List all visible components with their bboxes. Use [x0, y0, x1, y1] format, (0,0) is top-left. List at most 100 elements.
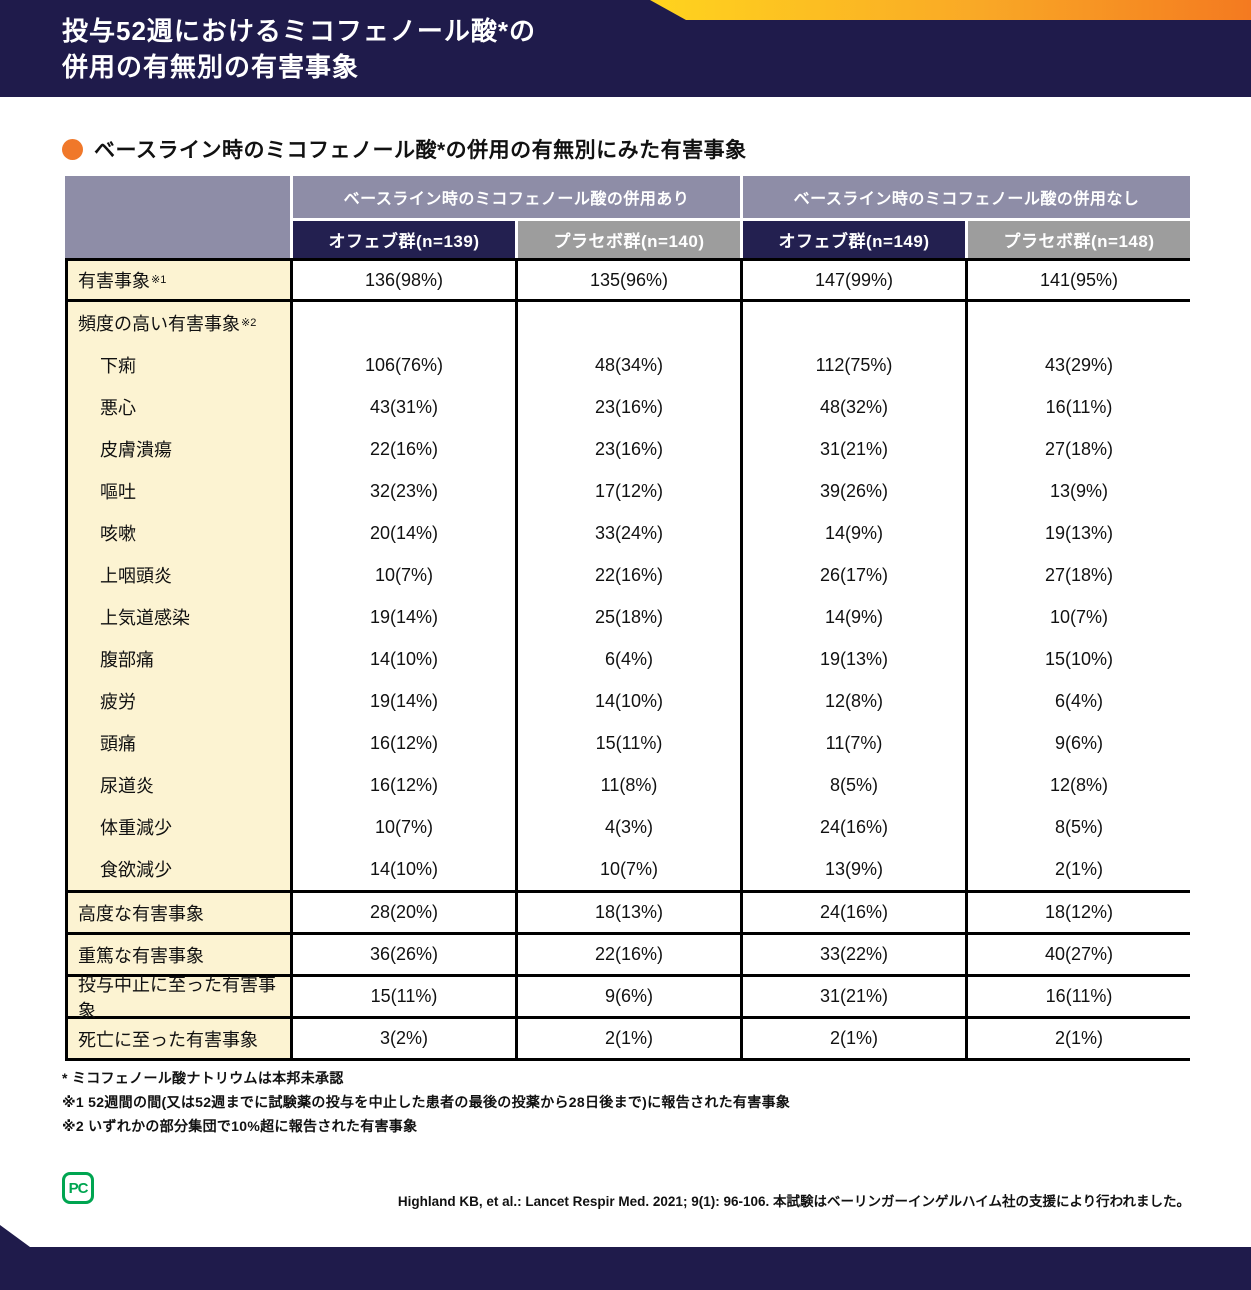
footnotes: * ミコフェノール酸ナトリウムは本邦未承認 ※1 52週間の間(又は52週までに…: [62, 1066, 790, 1138]
cell-value: 13(9%): [968, 470, 1190, 512]
cell-value: 10(7%): [293, 806, 515, 848]
cell-value: 15(11%): [518, 722, 740, 764]
cell-value: 136(98%): [290, 261, 515, 299]
cell-value: 18(13%): [515, 893, 740, 932]
cell-value: 15(11%): [290, 977, 515, 1016]
top-banner: 投与52週におけるミコフェノール酸*の 併用の有無別の有害事象: [0, 0, 1251, 97]
cell-value: 19(14%): [293, 680, 515, 722]
col-header-ofev-139: オフェブ群(n=139): [293, 221, 515, 258]
cell-value: 22(16%): [515, 935, 740, 974]
cell-value: 33(24%): [518, 512, 740, 554]
cell-value: 147(99%): [740, 261, 965, 299]
gradient-ribbon: [650, 0, 1251, 20]
cell-value: 48(32%): [743, 386, 965, 428]
cell-value: 14(10%): [293, 638, 515, 680]
bottom-banner: [0, 1225, 1251, 1290]
cell-value: 16(12%): [293, 764, 515, 806]
col-header-ofev-149: オフェブ群(n=149): [743, 221, 965, 258]
row-label: 皮膚潰瘍: [68, 428, 290, 470]
cell-value: 23(16%): [518, 428, 740, 470]
row-label: 投与中止に至った有害事象: [65, 977, 290, 1016]
citation-text: Highland KB, et al.: Lancet Respir Med. …: [0, 1190, 1190, 1210]
row-label: 悪心: [68, 386, 290, 428]
cell-value: 15(10%): [968, 638, 1190, 680]
row-label: 重篤な有害事象: [65, 935, 290, 974]
cell-value: 9(6%): [515, 977, 740, 1016]
cell-value: 141(95%): [965, 261, 1190, 299]
cell-value: 16(11%): [968, 386, 1190, 428]
cell-value: 2(1%): [740, 1019, 965, 1058]
row-label: 頭痛: [68, 722, 290, 764]
group-header-with-mpa: ベースライン時のミコフェノール酸の併用あり: [293, 176, 740, 218]
cell-value: 32(23%): [293, 470, 515, 512]
cell-value: 16(12%): [293, 722, 515, 764]
cell-value: 19(13%): [968, 512, 1190, 554]
cell-value: 22(16%): [518, 554, 740, 596]
cell-value: 31(21%): [740, 977, 965, 1016]
row-label: 疲労: [68, 680, 290, 722]
table-body: 有害事象※1 136(98%) 135(96%) 147(99%) 141(95…: [65, 258, 1190, 1061]
row-label: 腹部痛: [68, 638, 290, 680]
cell-value: 12(8%): [743, 680, 965, 722]
cell-value: 3(2%): [290, 1019, 515, 1058]
table-row-discontinuation-events: 投与中止に至った有害事象 15(11%) 9(6%) 31(21%) 16(11…: [65, 974, 1190, 1016]
cell-value: 8(5%): [968, 806, 1190, 848]
row-label: 死亡に至った有害事象: [65, 1019, 290, 1058]
frequent-col-placebo-140: 48(34%) 23(16%) 23(16%) 17(12%) 33(24%) …: [515, 302, 740, 890]
cell-value: 11(7%): [743, 722, 965, 764]
cell-value: 22(16%): [293, 428, 515, 470]
cell-value: 20(14%): [293, 512, 515, 554]
section-bullet-icon: [62, 139, 83, 160]
page-title-line1: 投与52週におけるミコフェノール酸*の: [62, 13, 536, 49]
footnote-mark: ※1: [151, 275, 166, 286]
page-title: 投与52週におけるミコフェノール酸*の 併用の有無別の有害事象: [62, 13, 536, 85]
cell-value: 24(16%): [743, 806, 965, 848]
cell-value: 4(3%): [518, 806, 740, 848]
cell-value: 11(8%): [518, 764, 740, 806]
cell-value: 18(12%): [965, 893, 1190, 932]
cell-value: 14(9%): [743, 512, 965, 554]
cell-value: 8(5%): [743, 764, 965, 806]
row-label: 下痢: [68, 344, 290, 386]
footnote-mark: ※2: [241, 318, 256, 329]
header-corner-cell: [65, 176, 290, 258]
table-header: ベースライン時のミコフェノール酸の併用あり ベースライン時のミコフェノール酸の併…: [65, 176, 1190, 258]
cell-value: 19(14%): [293, 596, 515, 638]
footnote-asterisk: * ミコフェノール酸ナトリウムは本邦未承認: [62, 1066, 790, 1090]
row-label: 嘔吐: [68, 470, 290, 512]
cell-value: 27(18%): [968, 428, 1190, 470]
row-label: 上気道感染: [68, 596, 290, 638]
frequent-col-ofev-139: 106(76%) 43(31%) 22(16%) 32(23%) 20(14%)…: [290, 302, 515, 890]
cell-value: 10(7%): [968, 596, 1190, 638]
cell-value: 9(6%): [968, 722, 1190, 764]
group-header-without-mpa: ベースライン時のミコフェノール酸の併用なし: [743, 176, 1190, 218]
cell-value: 16(11%): [965, 977, 1190, 1016]
cell-value: 14(10%): [293, 848, 515, 890]
cell-value: 43(29%): [968, 344, 1190, 386]
row-label: 頻度の高い有害事象※2: [68, 302, 290, 344]
cell-value: 106(76%): [293, 344, 515, 386]
cell-value: 135(96%): [515, 261, 740, 299]
cell-value: 28(20%): [290, 893, 515, 932]
cell-value: 27(18%): [968, 554, 1190, 596]
cell-value: 2(1%): [515, 1019, 740, 1058]
page-title-line2: 併用の有無別の有害事象: [62, 49, 536, 85]
cell-value: 26(17%): [743, 554, 965, 596]
adverse-events-table: ベースライン時のミコフェノール酸の併用あり ベースライン時のミコフェノール酸の併…: [65, 176, 1190, 1061]
table-row-severe-events: 高度な有害事象 28(20%) 18(13%) 24(16%) 18(12%): [65, 890, 1190, 932]
table-row-fatal-events: 死亡に至った有害事象 3(2%) 2(1%) 2(1%) 2(1%): [65, 1016, 1190, 1058]
cell-value: 6(4%): [968, 680, 1190, 722]
row-label: 高度な有害事象: [65, 893, 290, 932]
cell-value: 33(22%): [740, 935, 965, 974]
cell-value: 19(13%): [743, 638, 965, 680]
cell-value: 10(7%): [518, 848, 740, 890]
col-header-placebo-140: プラセボ群(n=140): [518, 221, 740, 258]
cell-value: 14(10%): [518, 680, 740, 722]
cell-value: 24(16%): [740, 893, 965, 932]
cell-value: 31(21%): [743, 428, 965, 470]
row-label: 食欲減少: [68, 848, 290, 890]
row-label: 上咽頭炎: [68, 554, 290, 596]
cell-value: 6(4%): [518, 638, 740, 680]
section-title: ベースライン時のミコフェノール酸*の併用の有無別にみた有害事象: [94, 134, 747, 164]
table-row-serious-events: 重篤な有害事象 36(26%) 22(16%) 33(22%) 40(27%): [65, 932, 1190, 974]
